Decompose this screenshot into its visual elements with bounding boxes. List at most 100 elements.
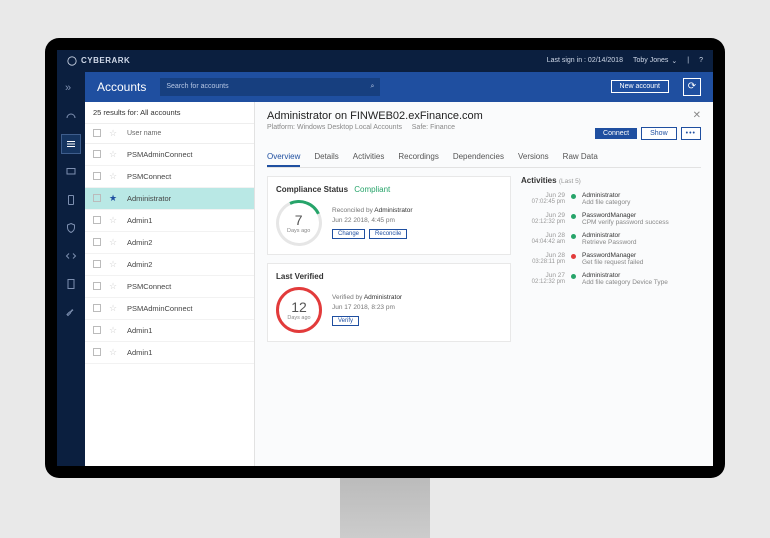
activity-item: Jun 2902:12:32 pmPasswordManagerCPM veri… (521, 209, 701, 229)
rail-dashboard[interactable] (61, 106, 81, 126)
brand-text: CYBERARK (81, 56, 130, 65)
show-button[interactable]: Show (641, 127, 677, 140)
search-placeholder: Search for accounts (166, 83, 228, 90)
rail-sessions[interactable] (61, 162, 81, 182)
tab-dependencies[interactable]: Dependencies (453, 148, 504, 167)
row-checkbox[interactable] (93, 150, 101, 158)
rail-expand[interactable]: » (61, 78, 81, 98)
row-checkbox[interactable] (93, 304, 101, 312)
page-title: Accounts (97, 80, 146, 94)
star-icon[interactable]: ☆ (109, 237, 119, 248)
star-icon[interactable]: ☆ (109, 259, 119, 270)
rail-code[interactable] (61, 246, 81, 266)
rail-accounts[interactable] (61, 134, 81, 154)
col-username: User name (127, 130, 161, 137)
detail-title: Administrator on FINWEB02.exFinance.com (267, 110, 483, 122)
rail-security[interactable] (61, 218, 81, 238)
compliance-title: Compliance Status (276, 185, 348, 194)
list-item[interactable]: ☆ Admin2 (85, 232, 254, 254)
star-icon[interactable]: ☆ (109, 171, 119, 182)
star-icon[interactable]: ☆ (109, 281, 119, 292)
reconcile-button[interactable]: Reconcile (369, 229, 407, 239)
list-item[interactable]: ☆ Admin1 (85, 342, 254, 364)
code-icon (65, 250, 77, 262)
tab-rawdata[interactable]: Raw Data (563, 148, 598, 167)
verify-button[interactable]: Verify (332, 316, 359, 326)
row-checkbox[interactable] (93, 216, 101, 224)
row-username: PSMConnect (127, 282, 171, 291)
lastverified-value: 12 (291, 299, 307, 315)
wrench-icon (65, 306, 77, 318)
detail-subtitle: Platform: Windows Desktop Local Accounts… (267, 124, 483, 131)
row-checkbox[interactable] (93, 282, 101, 290)
star-icon[interactable]: ☆ (109, 149, 119, 160)
row-checkbox[interactable] (93, 326, 101, 334)
row-checkbox[interactable] (93, 260, 101, 268)
more-button[interactable]: ••• (681, 127, 701, 140)
row-username: Admin2 (127, 260, 152, 269)
list-item[interactable]: ☆PSMConnect (85, 166, 254, 188)
user-menu[interactable]: Toby Jones ⌄ (633, 57, 677, 65)
gauge-icon (65, 110, 77, 122)
star-icon[interactable]: ☆ (109, 303, 119, 314)
close-icon[interactable]: ✕ (595, 110, 701, 121)
search-input[interactable]: Search for accounts ⌕ (160, 78, 380, 96)
row-username: PSMAdminConnect (127, 304, 192, 313)
list-item[interactable]: ☆ PSMConnect (85, 276, 254, 298)
row-checkbox[interactable] (93, 172, 101, 180)
tab-activities[interactable]: Activities (353, 148, 385, 167)
row-checkbox[interactable] (93, 348, 101, 356)
star-icon[interactable]: ☆ (109, 215, 119, 226)
phone-icon (65, 194, 77, 206)
list-item[interactable]: ☆Admin1 (85, 320, 254, 342)
rail-settings[interactable] (61, 302, 81, 322)
list-item[interactable]: ☆ Admin2 (85, 254, 254, 276)
new-account-button[interactable]: New account (611, 80, 669, 93)
tab-versions[interactable]: Versions (518, 148, 549, 167)
rail-apps[interactable] (61, 190, 81, 210)
account-list: 25 results for: All accounts ☆ User name… (85, 102, 255, 466)
shield-icon (65, 222, 77, 234)
refresh-icon: ⟳ (688, 81, 696, 92)
help-icon[interactable]: ? (699, 57, 703, 64)
star-icon[interactable]: ☆ (109, 347, 119, 358)
tab-overview[interactable]: Overview (267, 148, 300, 167)
list-item[interactable]: ☆ Admin1 (85, 210, 254, 232)
star-column-icon: ☆ (109, 128, 119, 139)
row-checkbox[interactable] (93, 194, 101, 202)
star-icon[interactable]: ☆ (109, 325, 119, 336)
activity-item: Jun 2702:12:32 pmAdministratorAdd file c… (521, 269, 701, 289)
row-username: Administrator (127, 194, 171, 203)
list-item[interactable]: ☆PSMAdminConnect (85, 144, 254, 166)
detail-tabs: Overview Details Activities Recordings Depen… (267, 148, 701, 168)
refresh-button[interactable]: ⟳ (683, 78, 701, 96)
topbar: CYBERARK Last sign in : 02/14/2018 Toby … (57, 50, 713, 72)
row-username: Admin1 (127, 348, 152, 357)
star-icon[interactable]: ★ (109, 193, 119, 204)
activity-item: Jun 2804:04:42 amAdministratorRetrieve P… (521, 229, 701, 249)
user-name: Toby Jones (633, 57, 668, 64)
row-username: Admin2 (127, 238, 152, 247)
brand-logo: CYBERARK (67, 56, 130, 66)
search-icon: ⌕ (370, 83, 374, 91)
select-all-checkbox[interactable] (93, 129, 101, 137)
document-icon (65, 278, 77, 290)
results-count: 25 results for: All accounts (85, 102, 254, 124)
row-checkbox[interactable] (93, 238, 101, 246)
tab-recordings[interactable]: Recordings (398, 148, 438, 167)
lastverified-title: Last Verified (276, 272, 502, 281)
compliance-card: Compliance Status Compliant 7 Days ago (267, 176, 511, 255)
detail-panel: Administrator on FINWEB02.exFinance.com … (255, 102, 713, 466)
tab-details[interactable]: Details (314, 148, 338, 167)
activities-panel: Activities (Last 5) Jun 2907:02:45 pmAdm… (521, 176, 701, 458)
connect-button[interactable]: Connect (595, 128, 637, 139)
activities-title: Activities (521, 176, 557, 185)
list-item[interactable]: ☆ PSMAdminConnect (85, 298, 254, 320)
row-username: Admin1 (127, 216, 152, 225)
list-icon (65, 138, 77, 150)
list-item[interactable]: ★ Administrator (85, 188, 254, 210)
last-signin: Last sign in : 02/14/2018 (547, 57, 623, 64)
change-button[interactable]: Change (332, 229, 365, 239)
status-dot (571, 274, 576, 279)
rail-reports[interactable] (61, 274, 81, 294)
